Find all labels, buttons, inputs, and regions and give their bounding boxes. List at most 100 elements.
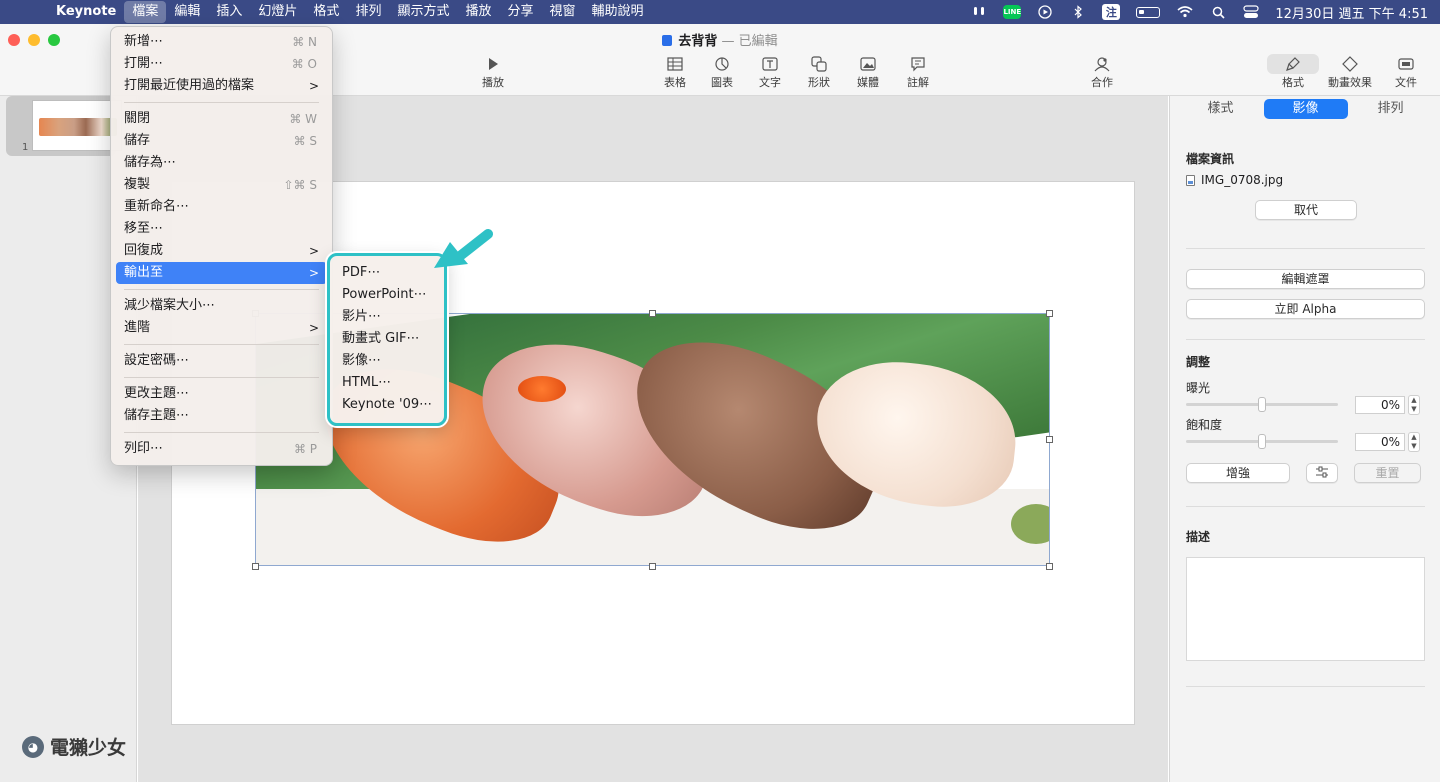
input-method-icon[interactable]: 注 [1102, 3, 1121, 21]
menu-item-print[interactable]: 列印⋯ ⌘ P [116, 438, 327, 460]
menu-view[interactable]: 顯示方式 [389, 1, 457, 23]
line-app-icon[interactable]: LINE [1003, 3, 1022, 21]
menu-item-open[interactable]: 打開⋯ ⌘ O [116, 53, 327, 75]
chevron-right-icon: > [308, 266, 319, 280]
saturation-slider[interactable] [1186, 434, 1338, 449]
chevron-right-icon: > [308, 79, 319, 93]
saturation-value[interactable]: 0% [1355, 433, 1405, 451]
collaborate-button[interactable]: 合作 [1077, 54, 1127, 90]
inspector-tabs: 樣式 影像 排列 [1170, 99, 1440, 119]
menu-share[interactable]: 分享 [499, 1, 541, 23]
watermark-logo-icon: ◕ [22, 735, 44, 758]
menu-item-save-as[interactable]: 儲存為⋯ [116, 152, 327, 174]
airpods-icon[interactable] [970, 3, 988, 21]
exposure-slider[interactable] [1186, 397, 1338, 412]
annotation-arrow-icon [434, 229, 493, 268]
menu-item-set-password[interactable]: 設定密碼⋯ [116, 350, 327, 372]
export-pdf[interactable]: PDF⋯ [330, 262, 444, 284]
saturation-slider-knob[interactable] [1258, 434, 1266, 449]
menubar-clock[interactable]: 12月30日 週五 下午 4:51 [1275, 3, 1428, 22]
comment-button[interactable]: 註解 [893, 54, 943, 90]
battery-icon[interactable] [1135, 3, 1161, 21]
menu-bar: Keynote 檔案 編輯 插入 幻燈片 格式 排列 顯示方式 播放 分享 視窗… [0, 0, 1440, 24]
menu-separator [124, 289, 319, 290]
tab-style[interactable]: 樣式 [1179, 99, 1263, 119]
bluetooth-icon[interactable] [1069, 3, 1087, 21]
shape-icon [811, 54, 827, 74]
menu-item-export-to[interactable]: 輸出至 > [116, 262, 327, 284]
search-icon[interactable] [1209, 3, 1227, 21]
reset-button[interactable]: 重置 [1354, 463, 1421, 483]
resize-handle[interactable] [1046, 436, 1053, 443]
animate-button[interactable]: 動畫效果 [1325, 54, 1375, 90]
media-icon [860, 54, 876, 74]
edit-mask-button[interactable]: 編輯遮罩 [1186, 269, 1425, 289]
menu-item-rename[interactable]: 重新命名⋯ [116, 196, 327, 218]
menu-item-advanced[interactable]: 進階 > [116, 317, 327, 339]
paintbrush-icon [1267, 54, 1319, 74]
watermark: ◕ 電獺少女 [22, 733, 126, 760]
adjust-heading: 調整 [1186, 355, 1211, 369]
export-keynote-09[interactable]: Keynote '09⋯ [330, 394, 444, 416]
table-icon [667, 54, 683, 74]
tab-arrange[interactable]: 排列 [1349, 99, 1433, 119]
play-icon [487, 54, 499, 74]
document-button[interactable]: 文件 [1381, 54, 1431, 90]
resize-handle[interactable] [252, 563, 259, 570]
export-images[interactable]: 影像⋯ [330, 350, 444, 372]
export-movie[interactable]: 影片⋯ [330, 306, 444, 328]
text-button[interactable]: 文字 [745, 54, 795, 90]
play-button[interactable]: 播放 [468, 54, 518, 90]
slide-thumbnail-image [39, 118, 117, 136]
export-html[interactable]: HTML⋯ [330, 372, 444, 394]
menu-insert[interactable]: 插入 [208, 1, 250, 23]
menu-item-open-recent[interactable]: 打開最近使用過的檔案 > [116, 75, 327, 97]
menu-app[interactable]: Keynote [48, 1, 124, 23]
resize-handle[interactable] [649, 310, 656, 317]
shape-button[interactable]: 形狀 [794, 54, 844, 90]
menu-item-new[interactable]: 新增⋯ ⌘ N [116, 31, 327, 53]
menu-item-move-to[interactable]: 移至⋯ [116, 218, 327, 240]
menu-item-change-theme[interactable]: 更改主題⋯ [116, 383, 327, 405]
menu-help[interactable]: 輔助說明 [584, 1, 652, 23]
export-animated-gif[interactable]: 動畫式 GIF⋯ [330, 328, 444, 350]
enhance-button[interactable]: 增強 [1186, 463, 1290, 483]
menu-item-save[interactable]: 儲存 ⌘ S [116, 130, 327, 152]
slide-number: 1 [22, 142, 29, 153]
chevron-right-icon: > [308, 244, 319, 258]
exposure-slider-knob[interactable] [1258, 397, 1266, 412]
exposure-value[interactable]: 0% [1355, 396, 1405, 414]
menu-item-reduce-file-size[interactable]: 減少檔案大小⋯ [116, 295, 327, 317]
play-circle-icon[interactable] [1036, 3, 1054, 21]
export-powerpoint[interactable]: PowerPoint⋯ [330, 284, 444, 306]
replace-button[interactable]: 取代 [1255, 200, 1357, 220]
exposure-label: 曝光 [1186, 381, 1211, 395]
menu-slide[interactable]: 幻燈片 [250, 1, 305, 23]
resize-handle[interactable] [1046, 563, 1053, 570]
description-field[interactable] [1186, 557, 1425, 661]
table-button[interactable]: 表格 [650, 54, 700, 90]
slide-thumbnail[interactable] [32, 100, 122, 151]
tab-image[interactable]: 影像 [1263, 99, 1348, 119]
instant-alpha-button[interactable]: 立即 Alpha [1186, 299, 1425, 319]
media-button[interactable]: 媒體 [843, 54, 893, 90]
control-center-icon[interactable] [1242, 3, 1260, 21]
levels-button[interactable] [1306, 463, 1338, 483]
menu-edit[interactable]: 編輯 [166, 1, 208, 23]
wifi-icon[interactable] [1176, 3, 1194, 21]
format-button[interactable]: 格式 [1267, 54, 1319, 90]
menu-item-duplicate[interactable]: 複製 ⇧⌘ S [116, 174, 327, 196]
exposure-stepper[interactable]: ▲ ▼ [1408, 395, 1420, 415]
menu-item-revert-to[interactable]: 回復成 > [116, 240, 327, 262]
menu-format[interactable]: 格式 [305, 1, 347, 23]
resize-handle[interactable] [649, 563, 656, 570]
menu-file[interactable]: 檔案 [124, 1, 167, 23]
menu-item-close[interactable]: 關閉 ⌘ W [116, 108, 327, 130]
menu-window[interactable]: 視窗 [542, 1, 584, 23]
menu-play[interactable]: 播放 [457, 1, 499, 23]
menu-item-save-theme[interactable]: 儲存主題⋯ [116, 405, 327, 427]
menu-arrange[interactable]: 排列 [347, 1, 389, 23]
chart-button[interactable]: 圖表 [697, 54, 747, 90]
resize-handle[interactable] [1046, 310, 1053, 317]
saturation-stepper[interactable]: ▲ ▼ [1408, 432, 1420, 452]
